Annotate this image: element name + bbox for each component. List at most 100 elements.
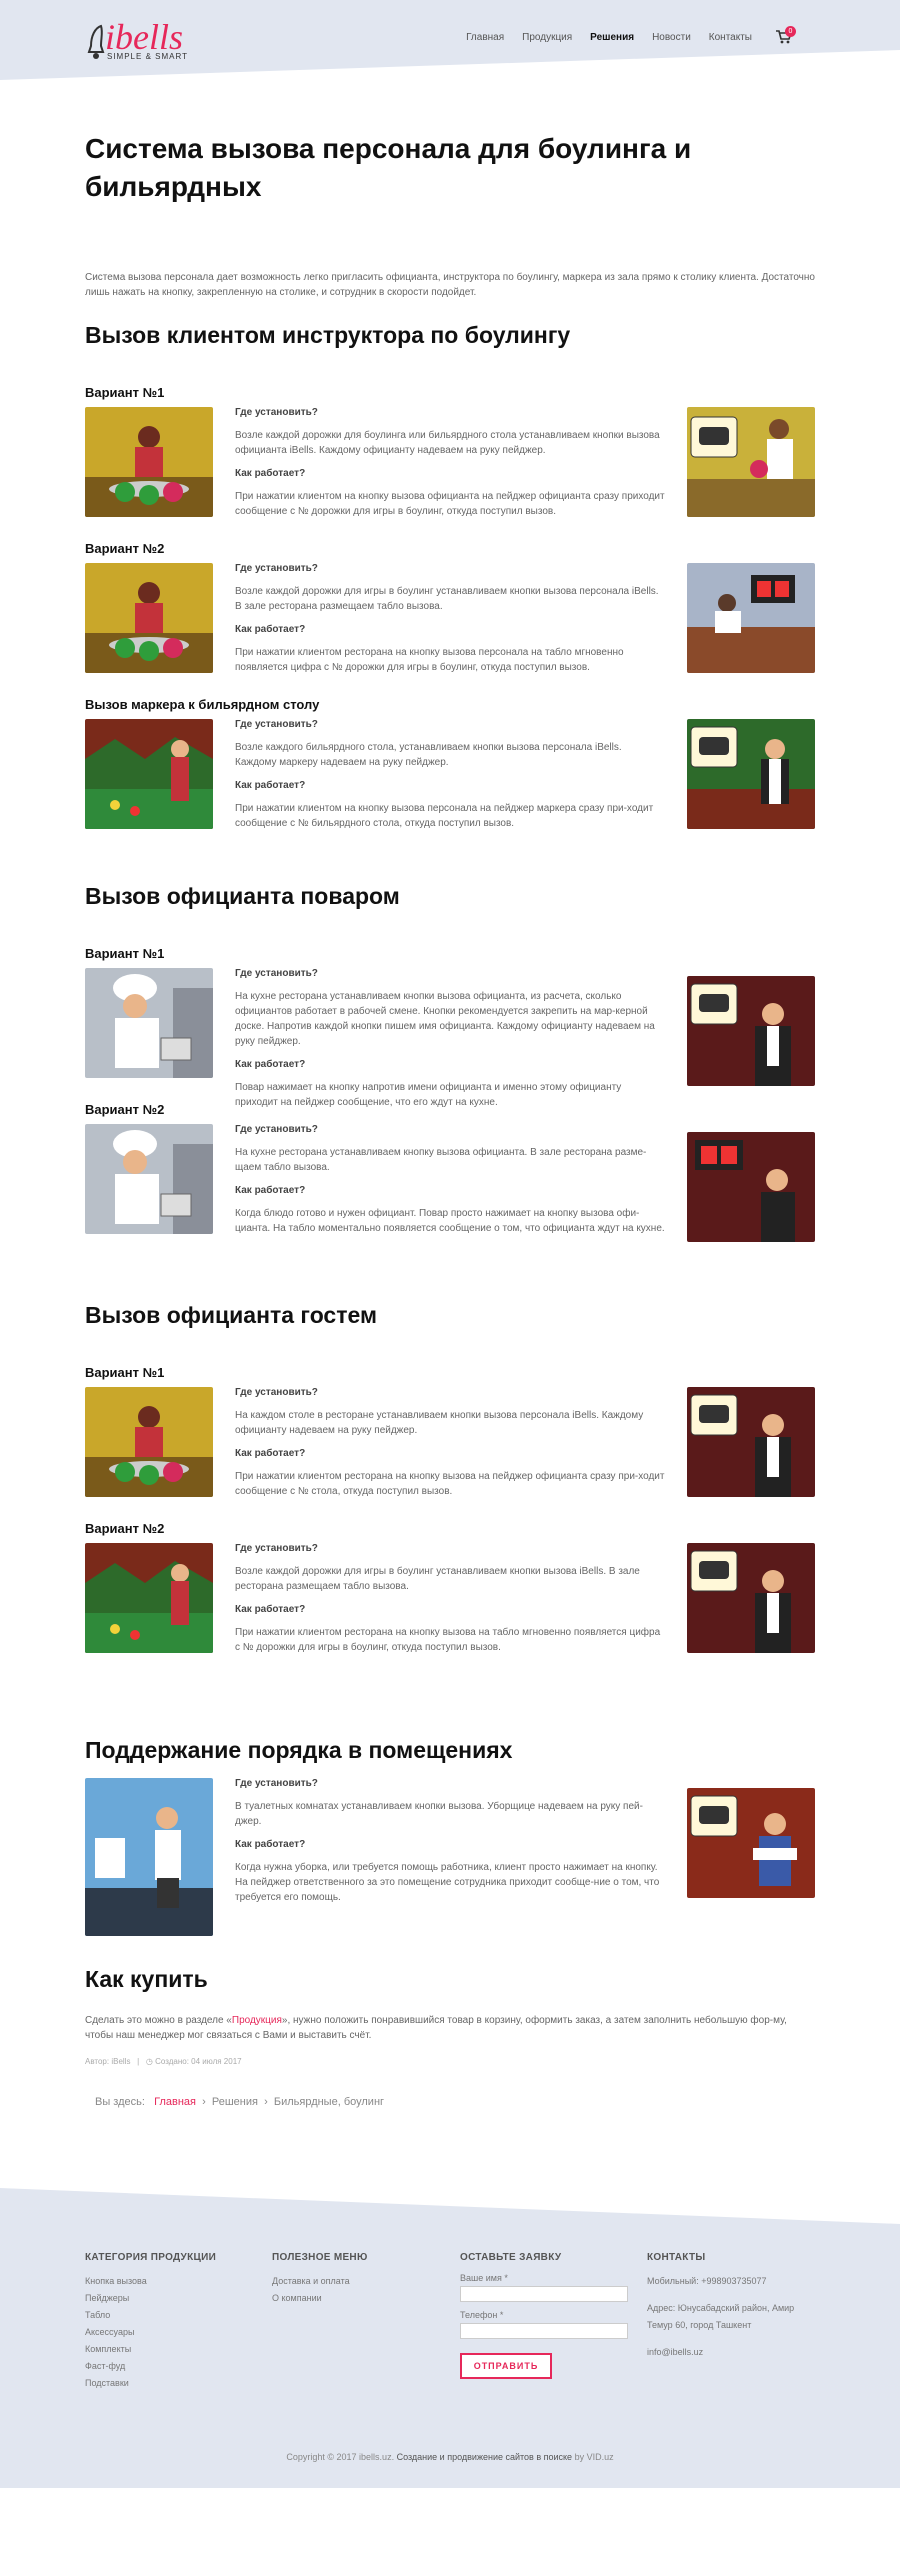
chef-image bbox=[85, 1124, 213, 1234]
how-label: Как работает? bbox=[235, 1604, 306, 1615]
site-footer: КАТЕГОРИЯ ПРОДУКЦИИ Кнопка вызова Пейдже… bbox=[0, 2188, 900, 2488]
footer-request-form: ОСТАВЬТЕ ЗАЯВКУ Ваше имя * Телефон * ОТП… bbox=[460, 2252, 630, 2379]
contact-email[interactable]: info@ibells.uz bbox=[647, 2344, 817, 2361]
page-intro: Система вызова персонала дает возможност… bbox=[85, 272, 815, 298]
solution-item: Где установить? На кухне ресторана устан… bbox=[85, 1124, 815, 1242]
footer-menu: ПОЛЕЗНОЕ МЕНЮ Доставка и оплата О компан… bbox=[272, 2252, 442, 2307]
footer-link[interactable]: Табло bbox=[85, 2307, 255, 2324]
clock-icon: ◷ bbox=[145, 2057, 153, 2066]
solution-text: Где установить? Возле каждой дорожки для… bbox=[235, 1543, 665, 1665]
solution-item: Где установить? В туалетных комнатах уст… bbox=[85, 1778, 815, 1936]
footer-link[interactable]: Комплекты bbox=[85, 2341, 255, 2358]
where-text: На кухне ресторана устанавливаем кнопку … bbox=[235, 1147, 647, 1173]
footer-slant bbox=[0, 2188, 900, 2224]
site-header: ibells SIMPLE & SMART Главная Продукция … bbox=[0, 0, 900, 80]
footer-categories: КАТЕГОРИЯ ПРОДУКЦИИ Кнопка вызова Пейдже… bbox=[85, 2252, 255, 2392]
products-link[interactable]: Продукция bbox=[232, 2015, 282, 2026]
bowling-waitress-image bbox=[85, 563, 213, 673]
how-label: Как работает? bbox=[235, 1839, 306, 1850]
name-label: Ваше имя * bbox=[460, 2273, 508, 2283]
cleaner-pager-image bbox=[687, 1788, 815, 1898]
where-label: Где установить? bbox=[235, 719, 318, 730]
variant-title: Вариант №1 bbox=[85, 946, 165, 961]
where-text: На кухне ресторана устанавливаем кнопки … bbox=[235, 991, 655, 1047]
contact-address: Адрес: Юнусабадский район, Амир Темур 60… bbox=[647, 2303, 795, 2330]
solution-item: Где установить? Возле каждой дорожки для… bbox=[85, 563, 815, 673]
solution-text: Где установить? Возле каждой дорожки для… bbox=[235, 563, 665, 685]
billiard-image bbox=[85, 719, 213, 829]
footer-categories-title: КАТЕГОРИЯ ПРОДУКЦИИ bbox=[85, 2252, 217, 2263]
breadcrumb-current: Бильярдные, боулинг bbox=[273, 2096, 385, 2108]
how-label: Как работает? bbox=[235, 624, 306, 635]
how-to-buy-title: Как купить bbox=[85, 1966, 208, 1992]
waiter-pager-image bbox=[687, 1387, 815, 1497]
call-display-image bbox=[687, 1132, 815, 1242]
solution-text: Где установить? На каждом столе в рестор… bbox=[235, 1387, 665, 1509]
solution-text: Где установить? В туалетных комнатах уст… bbox=[235, 1778, 665, 1915]
name-input[interactable] bbox=[460, 2286, 628, 2302]
phone-input[interactable] bbox=[460, 2323, 628, 2339]
waiter-pager-image bbox=[687, 1543, 815, 1653]
submit-button[interactable]: ОТПРАВИТЬ bbox=[460, 2353, 552, 2379]
where-text: На каждом столе в ресторане устанавливае… bbox=[235, 1410, 644, 1436]
footer-contacts-title: КОНТАКТЫ bbox=[647, 2252, 706, 2263]
article-meta: Автор: iBells | ◷ Создано: 04 июля 2017 bbox=[85, 2057, 242, 2066]
marker-pager-image bbox=[687, 719, 815, 829]
seo-link[interactable]: Создание и продвижение сайтов в поиске bbox=[397, 2452, 572, 2462]
nav-item-news[interactable]: Новости bbox=[652, 32, 691, 43]
where-text: Возле каждой дорожки для игры в боулинг … bbox=[235, 1566, 640, 1592]
copyright-text: Copyright © 2017 ibells.uz. bbox=[286, 2452, 395, 2462]
footer-form-title: ОСТАВЬТЕ ЗАЯВКУ bbox=[460, 2252, 562, 2263]
footer-link[interactable]: Кнопка вызова bbox=[85, 2273, 255, 2290]
breadcrumb: Вы здесь: Главная › Решения › Бильярдные… bbox=[95, 2096, 385, 2108]
phone-label: Телефон * bbox=[460, 2310, 504, 2320]
logo[interactable]: ibells SIMPLE & SMART bbox=[85, 17, 205, 68]
nav-item-home[interactable]: Главная bbox=[466, 32, 504, 43]
how-text: При нажатии клиентом ресторана на кнопку… bbox=[235, 1471, 665, 1497]
contact-phone: Мобильный: +998903735077 bbox=[647, 2276, 767, 2286]
footer-link[interactable]: Подставки bbox=[85, 2375, 255, 2392]
footer-link[interactable]: Пейджеры bbox=[85, 2290, 255, 2307]
cart-count-badge: 0 bbox=[785, 26, 796, 37]
where-label: Где установить? bbox=[235, 1778, 318, 1789]
solution-text: Где установить? На кухне ресторана устан… bbox=[235, 1124, 665, 1246]
solution-item: Где установить? Возле каждого бильярдног… bbox=[85, 719, 815, 829]
copyright: Copyright © 2017 ibells.uz. Создание и п… bbox=[0, 2452, 900, 2462]
how-text: Когда нужна уборка, или требуется помощь… bbox=[235, 1862, 660, 1903]
buy-text-before: Сделать это можно в разделе « bbox=[85, 2015, 232, 2026]
how-text: Повар нажимает на кнопку напротив имени … bbox=[235, 1082, 622, 1108]
where-label: Где установить? bbox=[235, 563, 318, 574]
how-label: Как работает? bbox=[235, 1059, 306, 1070]
section-title: Поддержание порядка в помещениях bbox=[85, 1737, 513, 1763]
section-title: Вызов официанта поваром bbox=[85, 883, 400, 909]
main-nav: Главная Продукция Решения Новости Контак… bbox=[466, 32, 752, 43]
variant-title: Вызов маркера к бильярдном столу bbox=[85, 697, 320, 712]
where-text: Возле каждого бильярдного стола, устанав… bbox=[235, 742, 622, 768]
how-label: Как работает? bbox=[235, 1185, 306, 1196]
section-title: Вызов официанта гостем bbox=[85, 1302, 377, 1328]
breadcrumb-home[interactable]: Главная bbox=[154, 2096, 196, 2108]
footer-link[interactable]: О компании bbox=[272, 2290, 442, 2307]
main-content: Система вызова персонала для боулинга и … bbox=[0, 130, 900, 2108]
how-text: При нажатии клиентом на кнопку вызова оф… bbox=[235, 491, 665, 517]
how-label: Как работает? bbox=[235, 468, 306, 479]
page-title: Система вызова персонала для боулинга и … bbox=[85, 133, 692, 202]
restroom-image bbox=[85, 1778, 213, 1936]
where-label: Где установить? bbox=[235, 1543, 318, 1554]
where-label: Где установить? bbox=[235, 1387, 318, 1398]
nav-item-solutions[interactable]: Решения bbox=[590, 32, 634, 43]
nav-item-contacts[interactable]: Контакты bbox=[709, 32, 752, 43]
section-title: Вызов клиентом инструктора по боулингу bbox=[85, 322, 571, 348]
nav-item-products[interactable]: Продукция bbox=[522, 32, 572, 43]
how-text: Когда блюдо готово и нужен официант. Пов… bbox=[235, 1208, 665, 1234]
waiter-pager-image bbox=[687, 976, 815, 1086]
developer-link[interactable]: by VID.uz bbox=[575, 2452, 614, 2462]
footer-link[interactable]: Доставка и оплата bbox=[272, 2273, 442, 2290]
breadcrumb-solutions[interactable]: Решения bbox=[212, 2096, 258, 2108]
call-display-image bbox=[687, 563, 815, 673]
variant-title: Вариант №2 bbox=[85, 1521, 165, 1536]
where-text: Возле каждой дорожки для боулинга или би… bbox=[235, 430, 660, 456]
how-label: Как работает? bbox=[235, 1448, 306, 1459]
footer-link[interactable]: Аксессуары bbox=[85, 2324, 255, 2341]
footer-link[interactable]: Фаст-фуд bbox=[85, 2358, 255, 2375]
